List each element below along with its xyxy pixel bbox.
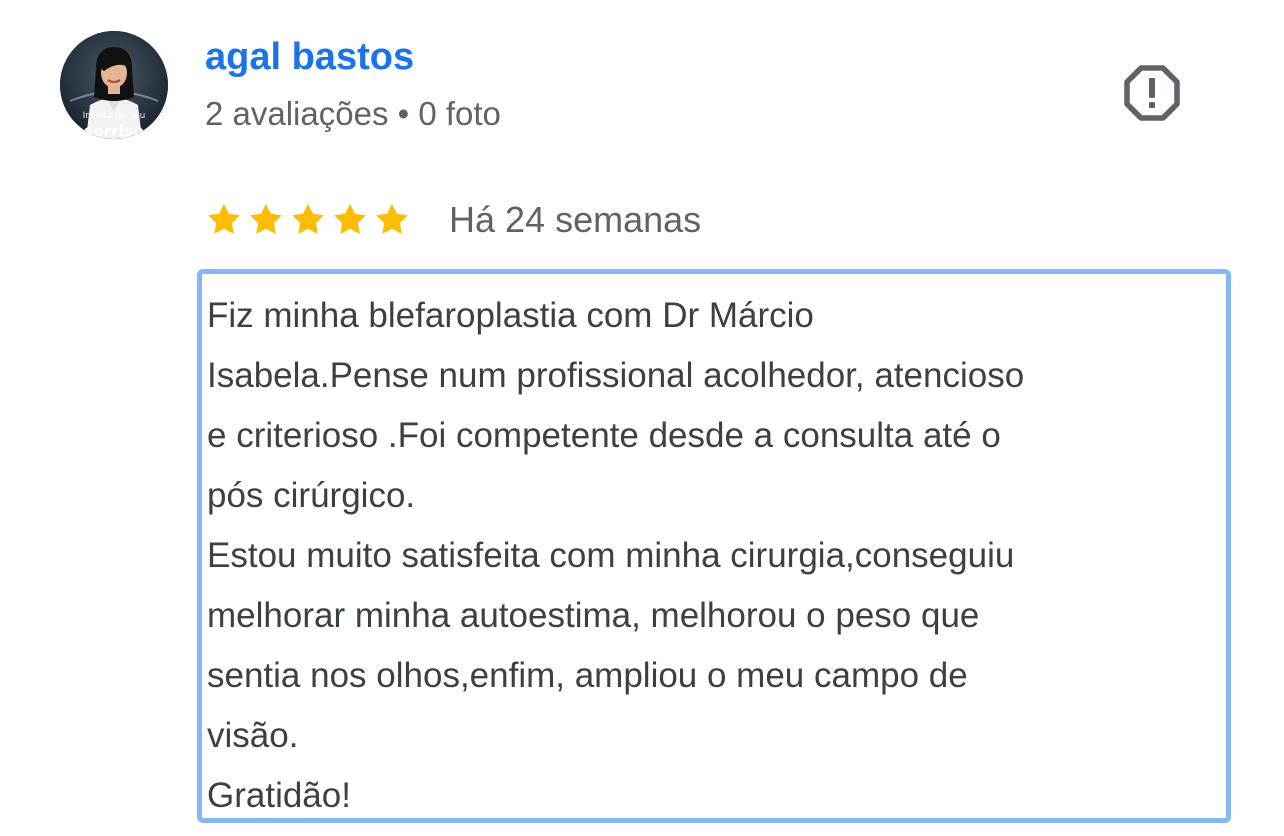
review-text-line: melhorar minha autoestima, melhorou o pe… bbox=[207, 596, 980, 635]
reviewer-avatar[interactable]: Invista no seu sorriso bbox=[60, 31, 168, 139]
reviewer-meta: 2 avaliações • 0 foto bbox=[205, 95, 501, 132]
review-text-line: Estou muito satisfeita com minha cirurgi… bbox=[207, 536, 1015, 575]
review-text-line: pós cirúrgico. bbox=[207, 476, 416, 515]
review-text-line: e criterioso .Foi competente desde a con… bbox=[207, 416, 1001, 455]
avatar-caption-small: Invista no seu bbox=[82, 111, 146, 121]
review-text-line: Fiz minha blefaroplastia com Dr Márcio bbox=[207, 296, 814, 335]
report-flag-icon bbox=[1124, 65, 1180, 121]
star-rating bbox=[205, 201, 411, 239]
star-icon bbox=[292, 203, 324, 234]
star-icon bbox=[376, 203, 408, 234]
rating-row: Há 24 semanas bbox=[205, 196, 701, 244]
review-text-line: Isabela.Pense num profissional acolhedor… bbox=[207, 356, 1025, 395]
review-text-line: sentia nos olhos,enfim, ampliou o meu ca… bbox=[207, 656, 968, 695]
review-text-line: visão. bbox=[207, 716, 299, 755]
reviewer-name-link[interactable]: agal bastos bbox=[205, 36, 414, 79]
review-text: Fiz minha blefaroplastia com Dr Márcio I… bbox=[207, 286, 1226, 826]
star-icon bbox=[334, 203, 366, 234]
review-text-line: Gratidão! bbox=[207, 776, 351, 815]
star-icon bbox=[250, 203, 282, 234]
star-icon bbox=[208, 203, 240, 234]
avatar-caption-big: sorriso bbox=[84, 122, 144, 139]
review-date: Há 24 semanas bbox=[449, 199, 702, 240]
report-review-button[interactable] bbox=[1120, 61, 1184, 125]
review-text-highlight: Fiz minha blefaroplastia com Dr Márcio I… bbox=[197, 269, 1231, 823]
